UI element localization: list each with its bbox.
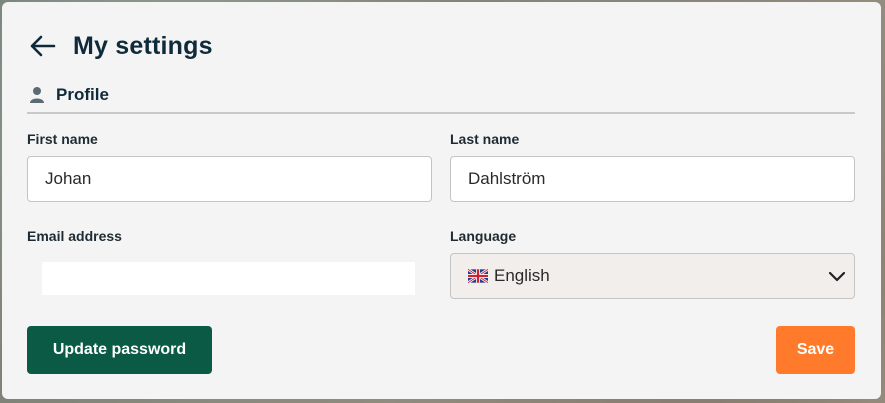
last-name-input[interactable] (450, 156, 855, 202)
save-button[interactable]: Save (776, 326, 855, 374)
arrow-left-icon (30, 35, 56, 57)
email-field[interactable] (42, 262, 415, 295)
back-button[interactable] (27, 31, 57, 61)
update-password-button[interactable]: Update password (27, 326, 212, 374)
language-select[interactable]: English (450, 253, 855, 299)
first-name-input[interactable] (27, 156, 432, 202)
first-name-label: First name (27, 131, 98, 147)
language-selected-value: English (494, 266, 550, 285)
user-icon (30, 87, 44, 103)
email-label: Email address (27, 228, 122, 244)
uk-flag-icon (468, 269, 488, 283)
chevron-down-icon (828, 271, 846, 282)
profile-section-header: Profile (27, 84, 855, 114)
last-name-label: Last name (450, 131, 520, 147)
page-title: My settings (73, 31, 213, 60)
dialog-header: My settings (27, 30, 213, 62)
language-label: Language (450, 228, 517, 244)
section-label: Profile (56, 85, 109, 104)
settings-dialog: My settings Profile First name Last name… (2, 2, 881, 399)
